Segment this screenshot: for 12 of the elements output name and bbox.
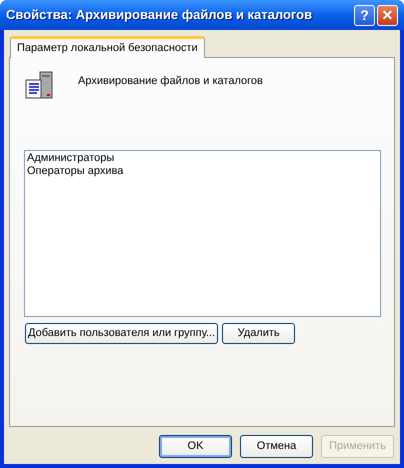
members-list[interactable]: Администраторы Операторы архива — [24, 150, 381, 317]
close-button[interactable]: ✕ — [377, 4, 398, 26]
add-button[interactable]: Добавить пользователя или группу... — [25, 323, 218, 344]
dialog-button[interactable]: OK — [159, 435, 232, 458]
window-title: Свойства: Архивирование файлов и каталогов — [6, 6, 314, 24]
help-button[interactable]: ? — [354, 4, 375, 26]
remove-button[interactable]: Удалить — [222, 323, 296, 344]
list-item[interactable]: Операторы архива — [27, 165, 124, 178]
policy-name: Архивирование файлов и каталогов — [78, 74, 263, 89]
list-item[interactable]: Администраторы — [27, 152, 114, 165]
dialog-button[interactable]: Отмена — [240, 435, 313, 458]
tab[interactable]: Параметр локальной безопасности — [10, 36, 205, 58]
